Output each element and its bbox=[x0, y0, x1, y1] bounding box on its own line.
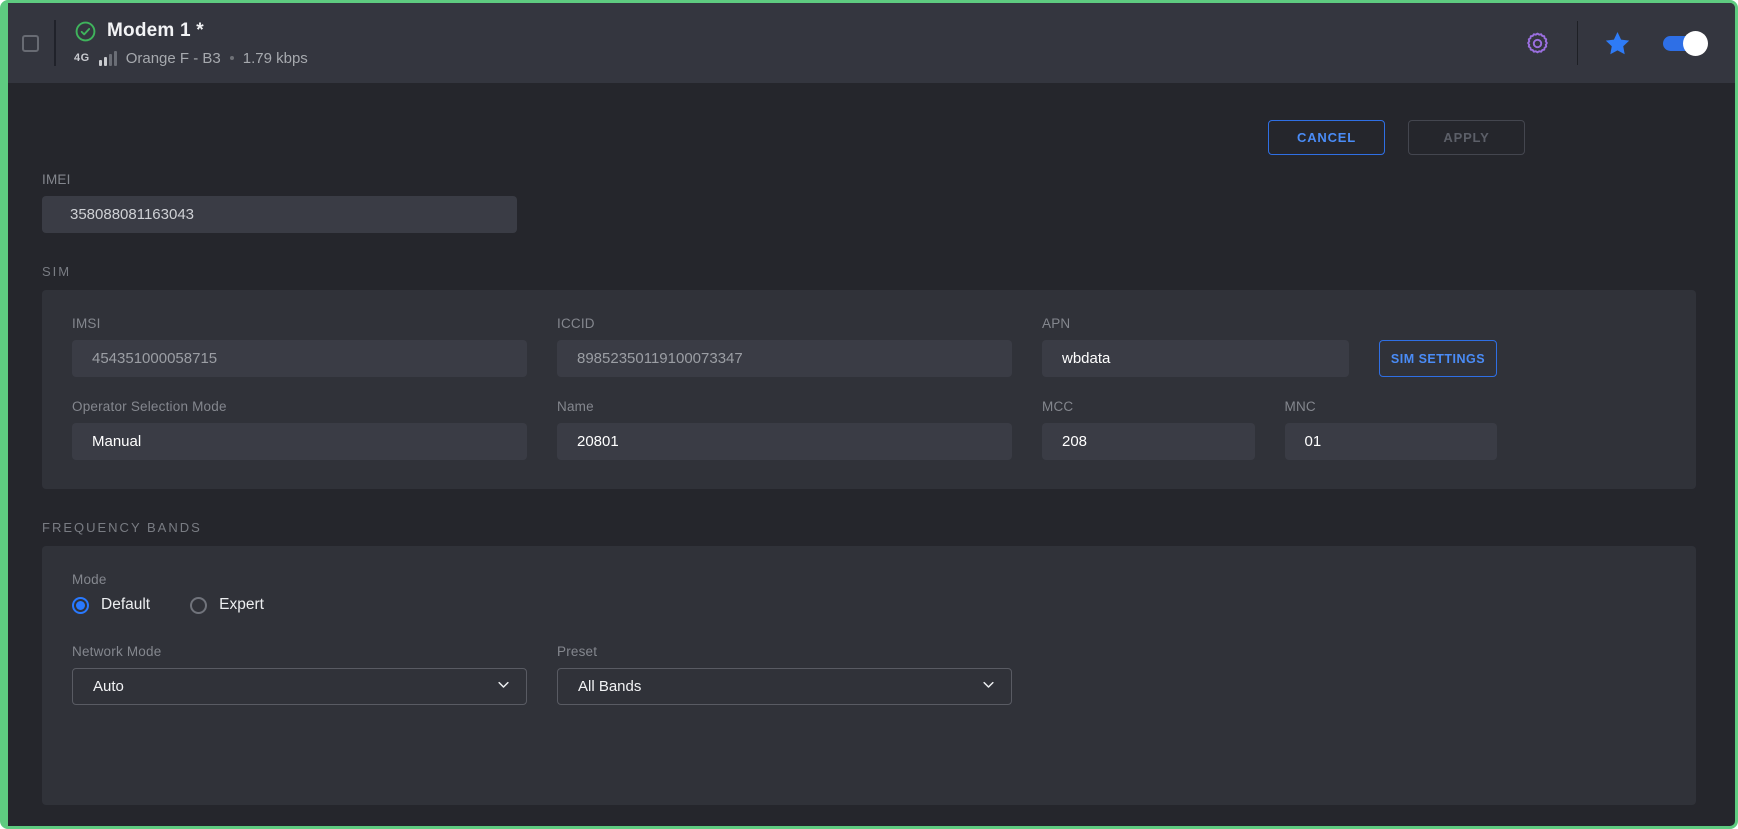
header-left: Modem 1 * 4G Orange F - B3 1.79 kbps bbox=[22, 20, 308, 67]
sim-card: IMSI ICCID APN SIM SETTINGS Ope bbox=[42, 290, 1696, 489]
mnc-field-group: MNC bbox=[1285, 399, 1498, 460]
settings-content: CANCEL APPLY IMEI SIM IMSI ICCID bbox=[8, 120, 1735, 805]
mnc-input[interactable] bbox=[1285, 423, 1498, 460]
mcc-label: MCC bbox=[1042, 399, 1255, 414]
signal-strength-icon bbox=[99, 51, 117, 66]
gear-icon[interactable] bbox=[1524, 30, 1551, 57]
mnc-label: MNC bbox=[1285, 399, 1498, 414]
imsi-label: IMSI bbox=[72, 316, 527, 331]
mode-radio-default[interactable]: Default bbox=[72, 596, 150, 614]
apn-input[interactable] bbox=[1042, 340, 1349, 377]
mode-radio-group: Default Expert bbox=[72, 596, 1497, 614]
iccid-field-group: ICCID bbox=[557, 316, 1012, 377]
mcc-field-group: MCC bbox=[1042, 399, 1255, 460]
name-input[interactable] bbox=[557, 423, 1012, 460]
iccid-input[interactable] bbox=[557, 340, 1012, 377]
favorite-star-icon[interactable] bbox=[1604, 30, 1631, 57]
operator-mode-field-group: Operator Selection Mode bbox=[72, 399, 527, 460]
operator-mode-input[interactable] bbox=[72, 423, 527, 460]
preset-select[interactable]: All Bands bbox=[557, 668, 1012, 705]
preset-value: All Bands bbox=[578, 678, 641, 695]
preset-label: Preset bbox=[557, 644, 1012, 659]
status-ok-icon bbox=[74, 20, 97, 43]
imei-label: IMEI bbox=[42, 172, 517, 187]
radio-selected-icon bbox=[72, 597, 89, 614]
radio-unselected-icon bbox=[190, 597, 207, 614]
dot-separator bbox=[230, 56, 234, 60]
iccid-label: ICCID bbox=[557, 316, 1012, 331]
imei-field-group: IMEI bbox=[42, 172, 517, 233]
operator-name: Orange F - B3 bbox=[126, 50, 221, 67]
mode-radio-expert[interactable]: Expert bbox=[190, 596, 264, 614]
header-icons-divider bbox=[1577, 21, 1578, 65]
frequency-bands-section-label: FREQUENCY BANDS bbox=[42, 520, 1696, 535]
header-divider bbox=[54, 20, 56, 66]
imsi-field-group: IMSI bbox=[72, 316, 527, 377]
frequency-bands-card: Mode Default Expert Network Mode bbox=[42, 546, 1696, 805]
modem-enable-toggle[interactable] bbox=[1663, 36, 1705, 51]
modem-title: Modem 1 * bbox=[107, 20, 204, 42]
imsi-input[interactable] bbox=[72, 340, 527, 377]
network-mode-value: Auto bbox=[93, 678, 124, 695]
toggle-knob bbox=[1683, 31, 1708, 56]
apply-button[interactable]: APPLY bbox=[1408, 120, 1525, 155]
network-mode-select[interactable]: Auto bbox=[72, 668, 527, 705]
apn-label: APN bbox=[1042, 316, 1349, 331]
radio-default-label: Default bbox=[101, 596, 150, 614]
modem-select-checkbox[interactable] bbox=[22, 35, 39, 52]
bitrate-value: 1.79 kbps bbox=[243, 50, 308, 67]
network-mode-label: Network Mode bbox=[72, 644, 527, 659]
operator-mode-label: Operator Selection Mode bbox=[72, 399, 527, 414]
cancel-button[interactable]: CANCEL bbox=[1268, 120, 1385, 155]
sim-settings-button[interactable]: SIM SETTINGS bbox=[1379, 340, 1497, 377]
apn-field-group: APN bbox=[1042, 316, 1349, 377]
mode-label: Mode bbox=[72, 572, 1497, 587]
mcc-input[interactable] bbox=[1042, 423, 1255, 460]
preset-field-group: Preset All Bands bbox=[557, 644, 1012, 705]
radio-expert-label: Expert bbox=[219, 596, 264, 614]
network-mode-field-group: Network Mode Auto bbox=[72, 644, 527, 705]
name-label: Name bbox=[557, 399, 1012, 414]
chevron-down-icon bbox=[981, 677, 996, 697]
modem-header: Modem 1 * 4G Orange F - B3 1.79 kbps bbox=[8, 3, 1735, 83]
form-actions: CANCEL APPLY bbox=[42, 120, 1696, 155]
modem-settings-page: Modem 1 * 4G Orange F - B3 1.79 kbps bbox=[0, 0, 1738, 829]
sim-section-label: SIM bbox=[42, 264, 1696, 279]
network-type-badge: 4G bbox=[74, 52, 90, 64]
name-field-group: Name bbox=[557, 399, 1012, 460]
imei-input[interactable] bbox=[42, 196, 517, 233]
modem-info: Modem 1 * 4G Orange F - B3 1.79 kbps bbox=[74, 20, 308, 67]
chevron-down-icon bbox=[496, 677, 511, 697]
header-right bbox=[1524, 21, 1705, 65]
